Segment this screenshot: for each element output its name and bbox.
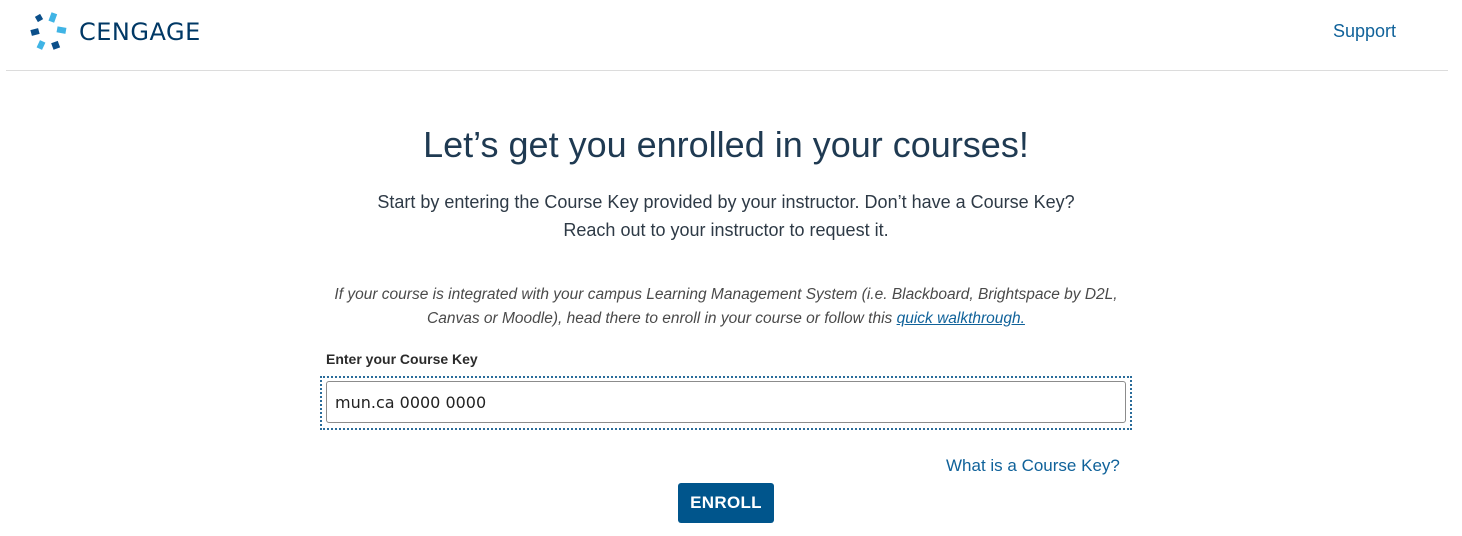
lms-note-line-2: Canvas or Moodle), head there to enroll … (0, 307, 1452, 331)
lms-note: If your course is integrated with your c… (0, 283, 1452, 331)
page-title: Let’s get you enrolled in your courses! (423, 124, 1029, 165)
enroll-button[interactable]: ENROLL (678, 483, 774, 523)
intro-line-1: Start by entering the Course Key provide… (377, 192, 1075, 212)
brand-name: CENGAGE (79, 18, 201, 46)
lms-note-line-1: If your course is integrated with your c… (334, 286, 1118, 303)
lms-note-line-2-text: Canvas or Moodle), head there to enroll … (427, 310, 897, 327)
cengage-logo-icon (30, 12, 67, 50)
course-key-input[interactable] (326, 381, 1126, 423)
site-header: CENGAGE Support (0, 0, 1462, 70)
what-is-course-key-link[interactable]: What is a Course Key? (946, 454, 1120, 478)
intro-text: Start by entering the Course Key provide… (0, 188, 1452, 244)
cengage-logo[interactable]: CENGAGE (30, 12, 201, 52)
course-key-label: Enter your Course Key (326, 351, 478, 367)
support-link[interactable]: Support (1333, 19, 1396, 43)
enroll-main: Let’s get you enrolled in your courses! … (0, 71, 1462, 536)
quick-walkthrough-link[interactable]: quick walkthrough. (897, 310, 1025, 327)
intro-line-2: Reach out to your instructor to request … (563, 220, 889, 240)
